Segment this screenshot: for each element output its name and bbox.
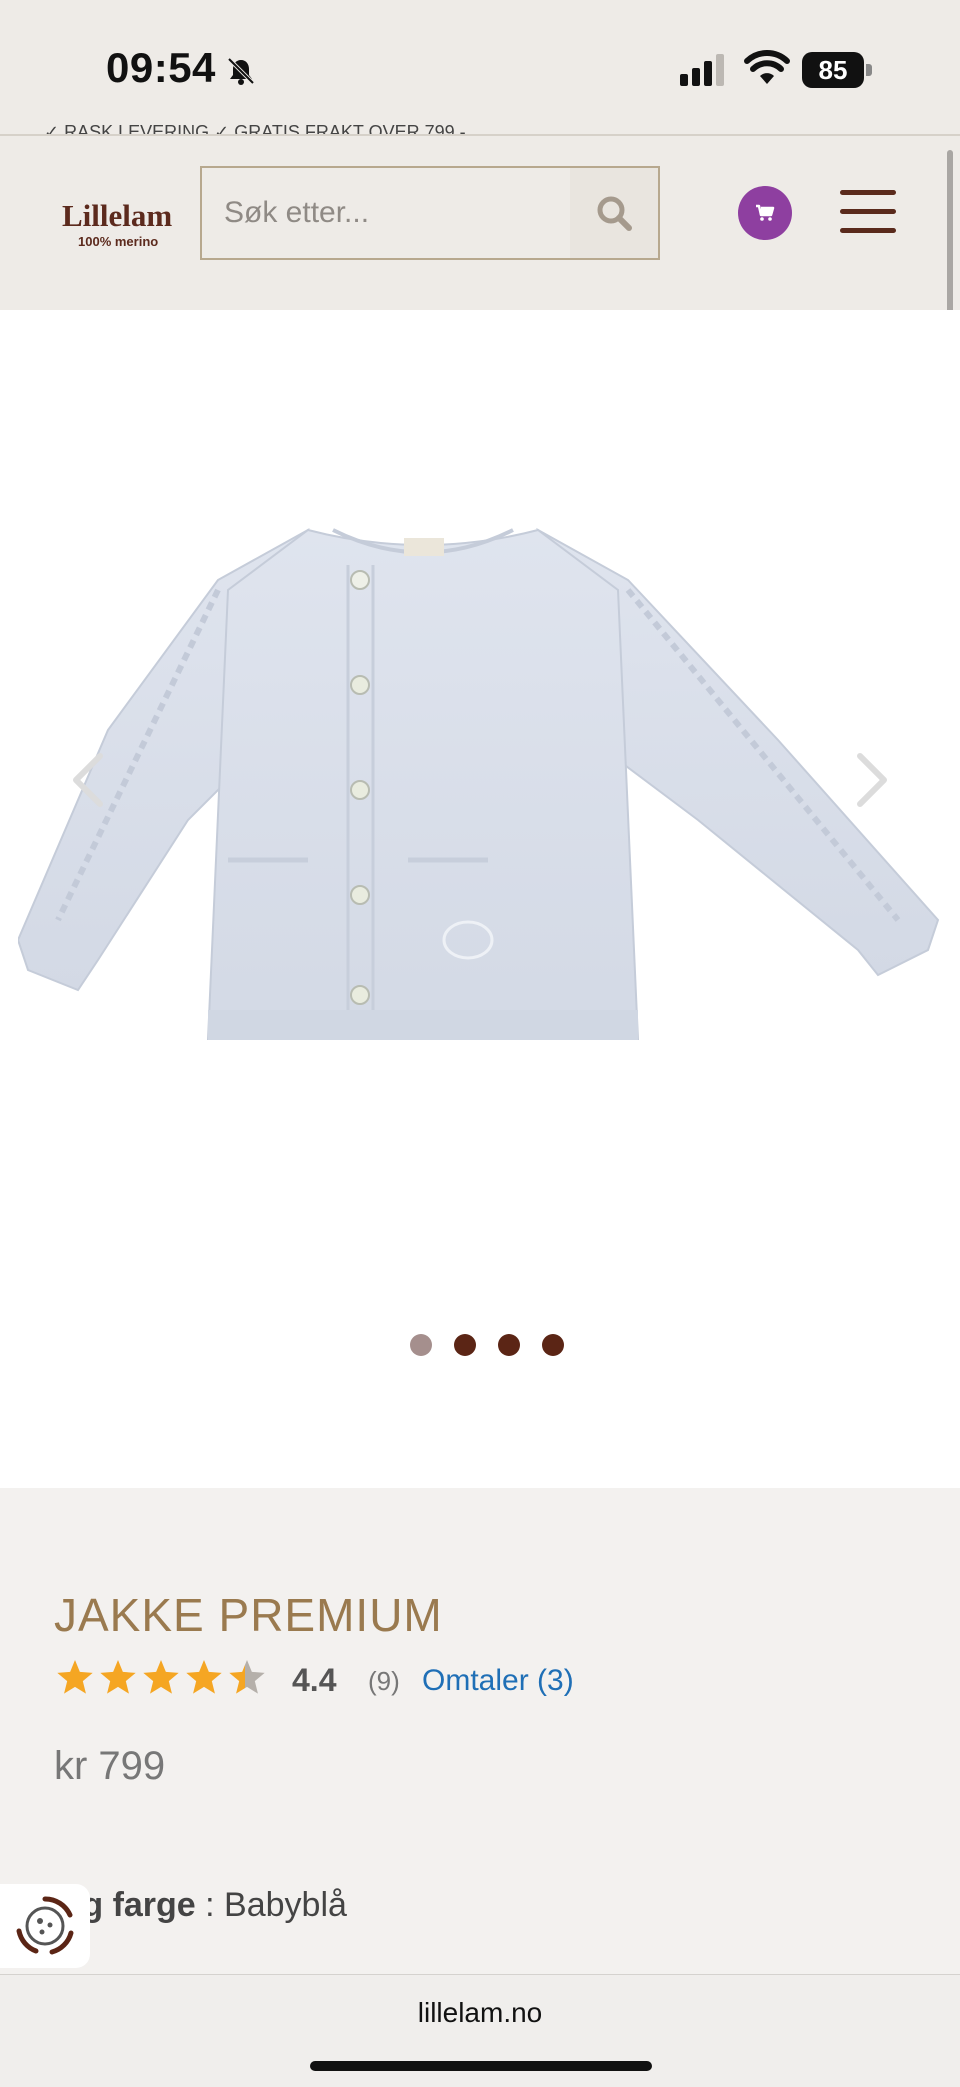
product-gallery	[0, 310, 960, 1488]
product-info: JAKKE PREMIUM 4.4 (9) Omtaler (3) kr 799…	[0, 1488, 960, 1974]
star-full-icon	[143, 1660, 179, 1694]
battery-cap	[866, 64, 872, 76]
cookie-settings-button[interactable]	[0, 1884, 90, 1968]
status-time: 09:54	[106, 44, 216, 91]
search-input[interactable]	[202, 168, 566, 258]
product-image-cardigan[interactable]	[18, 520, 944, 1040]
product-title: JAKKE PREMIUM	[54, 1589, 443, 1641]
color-selector-label: elg farge : Babyblå	[54, 1886, 347, 1925]
star-full-icon	[186, 1660, 222, 1694]
rating-count: (9)	[368, 1666, 400, 1696]
color-value: : Babyblå	[195, 1886, 347, 1924]
star-partial-icon	[229, 1660, 265, 1694]
rating-row: 4.4 (9) Omtaler (3)	[56, 1656, 756, 1704]
logo-text: Lillelam	[62, 198, 173, 233]
cart-button[interactable]	[738, 186, 792, 240]
hamburger-menu-icon-bar	[840, 190, 896, 195]
product-price: kr 799	[54, 1744, 166, 1788]
gallery-dot-active[interactable]	[410, 1334, 432, 1356]
star-full-icon	[57, 1660, 93, 1694]
site-header: Lillelam 100% merino	[0, 144, 960, 310]
cart-icon	[756, 204, 775, 221]
gallery-next-arrow-icon[interactable]	[850, 750, 894, 810]
reviews-link[interactable]: Omtaler (3)	[422, 1664, 574, 1698]
hamburger-menu-icon-bar	[840, 228, 896, 233]
hamburger-menu-button[interactable]	[840, 190, 896, 234]
bell-muted-icon	[227, 57, 255, 85]
search-box	[200, 166, 660, 260]
rating-value: 4.4	[292, 1662, 337, 1698]
gallery-dot[interactable]	[454, 1334, 476, 1356]
gallery-prev-arrow-icon[interactable]	[66, 750, 110, 810]
url-text[interactable]: lillelam.no	[0, 1997, 960, 2029]
battery-level: 85	[802, 52, 864, 88]
cellular-signal-icon	[680, 54, 724, 86]
gallery-pagination	[410, 1334, 574, 1364]
logo-subtext: 100% merino	[78, 234, 159, 249]
cookie-icon	[16, 1896, 74, 1955]
gallery-dot[interactable]	[542, 1334, 564, 1356]
home-indicator[interactable]	[310, 2061, 652, 2071]
hamburger-menu-icon-bar	[840, 209, 896, 214]
search-icon	[597, 196, 632, 231]
browser-address-bar[interactable]: lillelam.no	[0, 1974, 960, 2087]
gallery-dot[interactable]	[498, 1334, 520, 1356]
battery-indicator: 85	[802, 52, 872, 88]
search-button[interactable]	[570, 168, 658, 258]
site-logo[interactable]: Lillelam 100% merino	[62, 198, 172, 254]
star-full-icon	[100, 1660, 136, 1694]
wifi-icon	[744, 50, 790, 84]
usp-ticker-text: ✓ RASK LEVERING ✓ GRATIS FRAKT OVER 799,…	[44, 122, 466, 134]
